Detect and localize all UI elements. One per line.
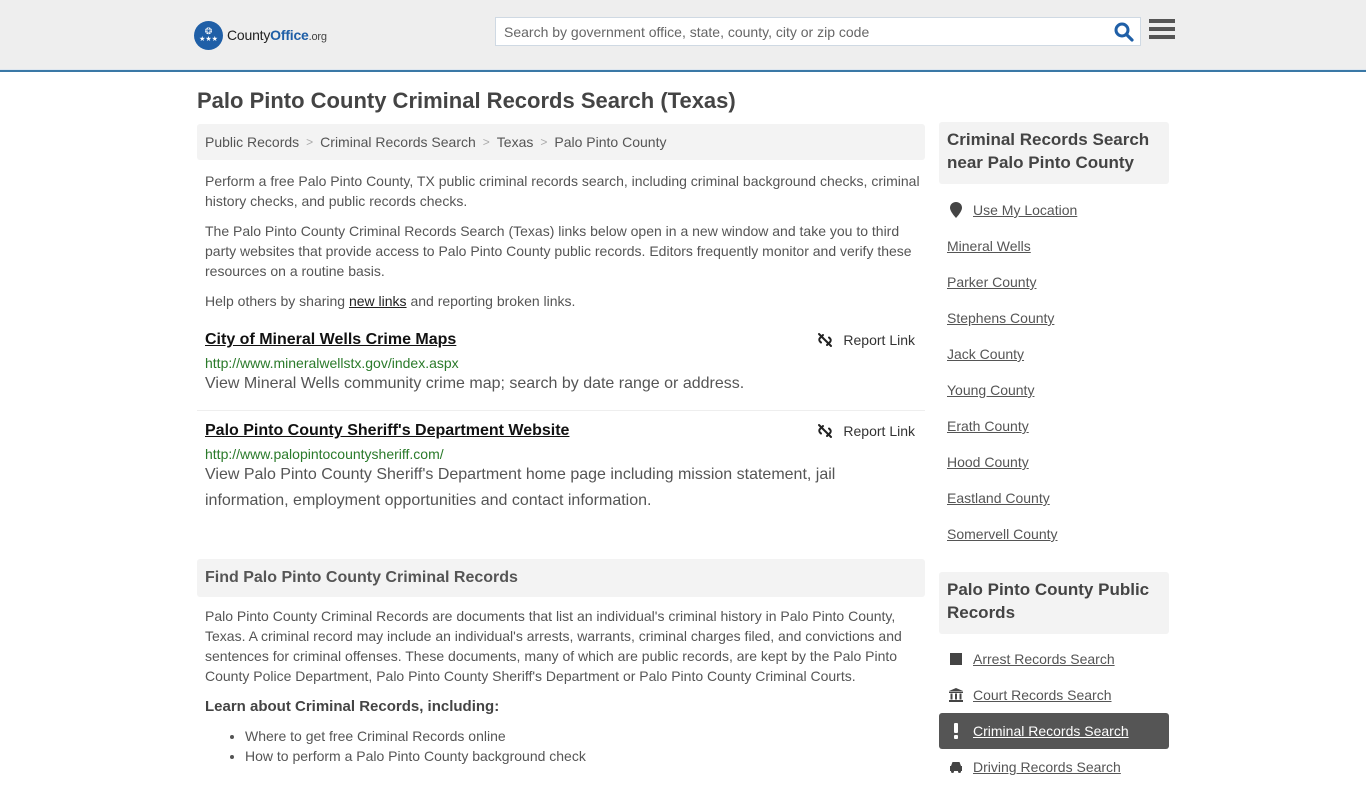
- new-links-link[interactable]: new links: [349, 293, 407, 309]
- nearby-link-parker-county[interactable]: Parker County: [947, 274, 1036, 290]
- hamburger-menu-button[interactable]: [1149, 19, 1175, 43]
- resource-link-title[interactable]: City of Mineral Wells Crime Maps: [205, 331, 456, 349]
- sidebar-item-arrest-records[interactable]: Arrest Records Search: [939, 641, 1169, 677]
- sidebar-item-label[interactable]: Criminal Records Search: [973, 723, 1129, 739]
- breadcrumb: Public Records > Criminal Records Search…: [197, 124, 925, 160]
- sidebar-nearby-heading: Criminal Records Search near Palo Pinto …: [939, 122, 1169, 184]
- nearby-link-stephens-county[interactable]: Stephens County: [947, 310, 1054, 326]
- resource-link-url: http://www.mineralwellstx.gov/index.aspx: [205, 355, 459, 371]
- page-title: Palo Pinto County Criminal Records Searc…: [197, 88, 736, 113]
- logo-link[interactable]: ❂ ★★★ CountyOffice.org: [194, 20, 327, 50]
- report-link-button[interactable]: Report Link: [817, 423, 915, 439]
- nearby-link-jack-county[interactable]: Jack County: [947, 346, 1024, 362]
- nearby-link-eastland-county[interactable]: Eastland County: [947, 490, 1050, 506]
- report-link-label: Report Link: [843, 332, 915, 348]
- learn-about-item: How to perform a Palo Pinto County backg…: [245, 746, 586, 766]
- sidebar-item-label[interactable]: Court Records Search: [973, 687, 1112, 703]
- report-link-button[interactable]: Report Link: [817, 332, 915, 348]
- breadcrumb-texas[interactable]: Texas: [497, 134, 534, 150]
- resource-link-title[interactable]: Palo Pinto County Sheriff's Department W…: [205, 422, 569, 440]
- exclamation-icon: [949, 723, 963, 739]
- search-button[interactable]: [1108, 18, 1140, 45]
- sidebar-item-court-records[interactable]: Court Records Search: [939, 677, 1169, 713]
- nearby-link-young-county[interactable]: Young County: [947, 382, 1034, 398]
- car-icon: [949, 761, 963, 773]
- intro-text: Perform a free Palo Pinto County, TX pub…: [205, 171, 920, 321]
- intro-paragraph-1: Perform a free Palo Pinto County, TX pub…: [205, 173, 920, 209]
- logo-text: CountyOffice.org: [227, 27, 327, 43]
- learn-about-heading: Learn about Criminal Records, including:: [205, 698, 500, 715]
- nearby-link-erath-county[interactable]: Erath County: [947, 418, 1029, 434]
- broken-link-icon: [818, 333, 833, 347]
- breadcrumb-public-records[interactable]: Public Records: [205, 134, 299, 150]
- square-icon: [949, 653, 963, 665]
- breadcrumb-palo-pinto-county[interactable]: Palo Pinto County: [554, 134, 666, 150]
- sidebar-item-label[interactable]: Arrest Records Search: [973, 651, 1115, 667]
- eagle-logo-icon: ❂ ★★★: [194, 20, 223, 50]
- broken-link-icon: [818, 424, 833, 438]
- search-box: [495, 17, 1141, 46]
- learn-about-item: Where to get free Criminal Records onlin…: [245, 726, 586, 746]
- search-icon: [1114, 22, 1134, 42]
- sidebar-item-criminal-records[interactable]: Criminal Records Search: [939, 713, 1169, 749]
- sidebar-item-driving-records[interactable]: Driving Records Search: [939, 749, 1169, 785]
- nearby-link-mineral-wells[interactable]: Mineral Wells: [947, 238, 1031, 254]
- breadcrumb-criminal-records-search[interactable]: Criminal Records Search: [320, 134, 476, 150]
- report-link-label: Report Link: [843, 423, 915, 439]
- use-my-location-item: Use My Location: [939, 192, 1169, 228]
- find-records-body: Palo Pinto County Criminal Records are d…: [205, 608, 902, 684]
- nearby-link-somervell-county[interactable]: Somervell County: [947, 526, 1058, 542]
- intro-paragraph-3: Help others by sharing new links and rep…: [205, 293, 576, 309]
- sidebar-item-label[interactable]: Driving Records Search: [973, 759, 1121, 775]
- resource-link-item: Palo Pinto County Sheriff's Department W…: [197, 420, 925, 514]
- intro-paragraph-2: The Palo Pinto County Criminal Records S…: [205, 223, 912, 279]
- learn-about-list: Where to get free Criminal Records onlin…: [245, 726, 586, 766]
- resource-link-description: View Palo Pinto County Sheriff's Departm…: [205, 466, 836, 509]
- map-pin-icon: [949, 202, 963, 218]
- sidebar-public-records-heading: Palo Pinto County Public Records: [939, 572, 1169, 634]
- breadcrumb-separator: >: [306, 135, 314, 149]
- breadcrumb-separator: >: [540, 135, 548, 149]
- courthouse-icon: [949, 688, 963, 702]
- breadcrumb-separator: >: [482, 135, 490, 149]
- resource-link-url: http://www.palopintocountysheriff.com/: [205, 446, 444, 462]
- resource-link-description: View Mineral Wells community crime map; …: [205, 375, 745, 392]
- menu-icon: [1149, 19, 1175, 23]
- resource-link-item: City of Mineral Wells Crime Maps Report …: [197, 329, 925, 411]
- nearby-link-hood-county[interactable]: Hood County: [947, 454, 1029, 470]
- search-input[interactable]: [496, 18, 1108, 45]
- find-records-heading: Find Palo Pinto County Criminal Records: [197, 559, 925, 597]
- site-header: ❂ ★★★ CountyOffice.org: [0, 0, 1366, 72]
- use-my-location-link[interactable]: Use My Location: [973, 202, 1077, 218]
